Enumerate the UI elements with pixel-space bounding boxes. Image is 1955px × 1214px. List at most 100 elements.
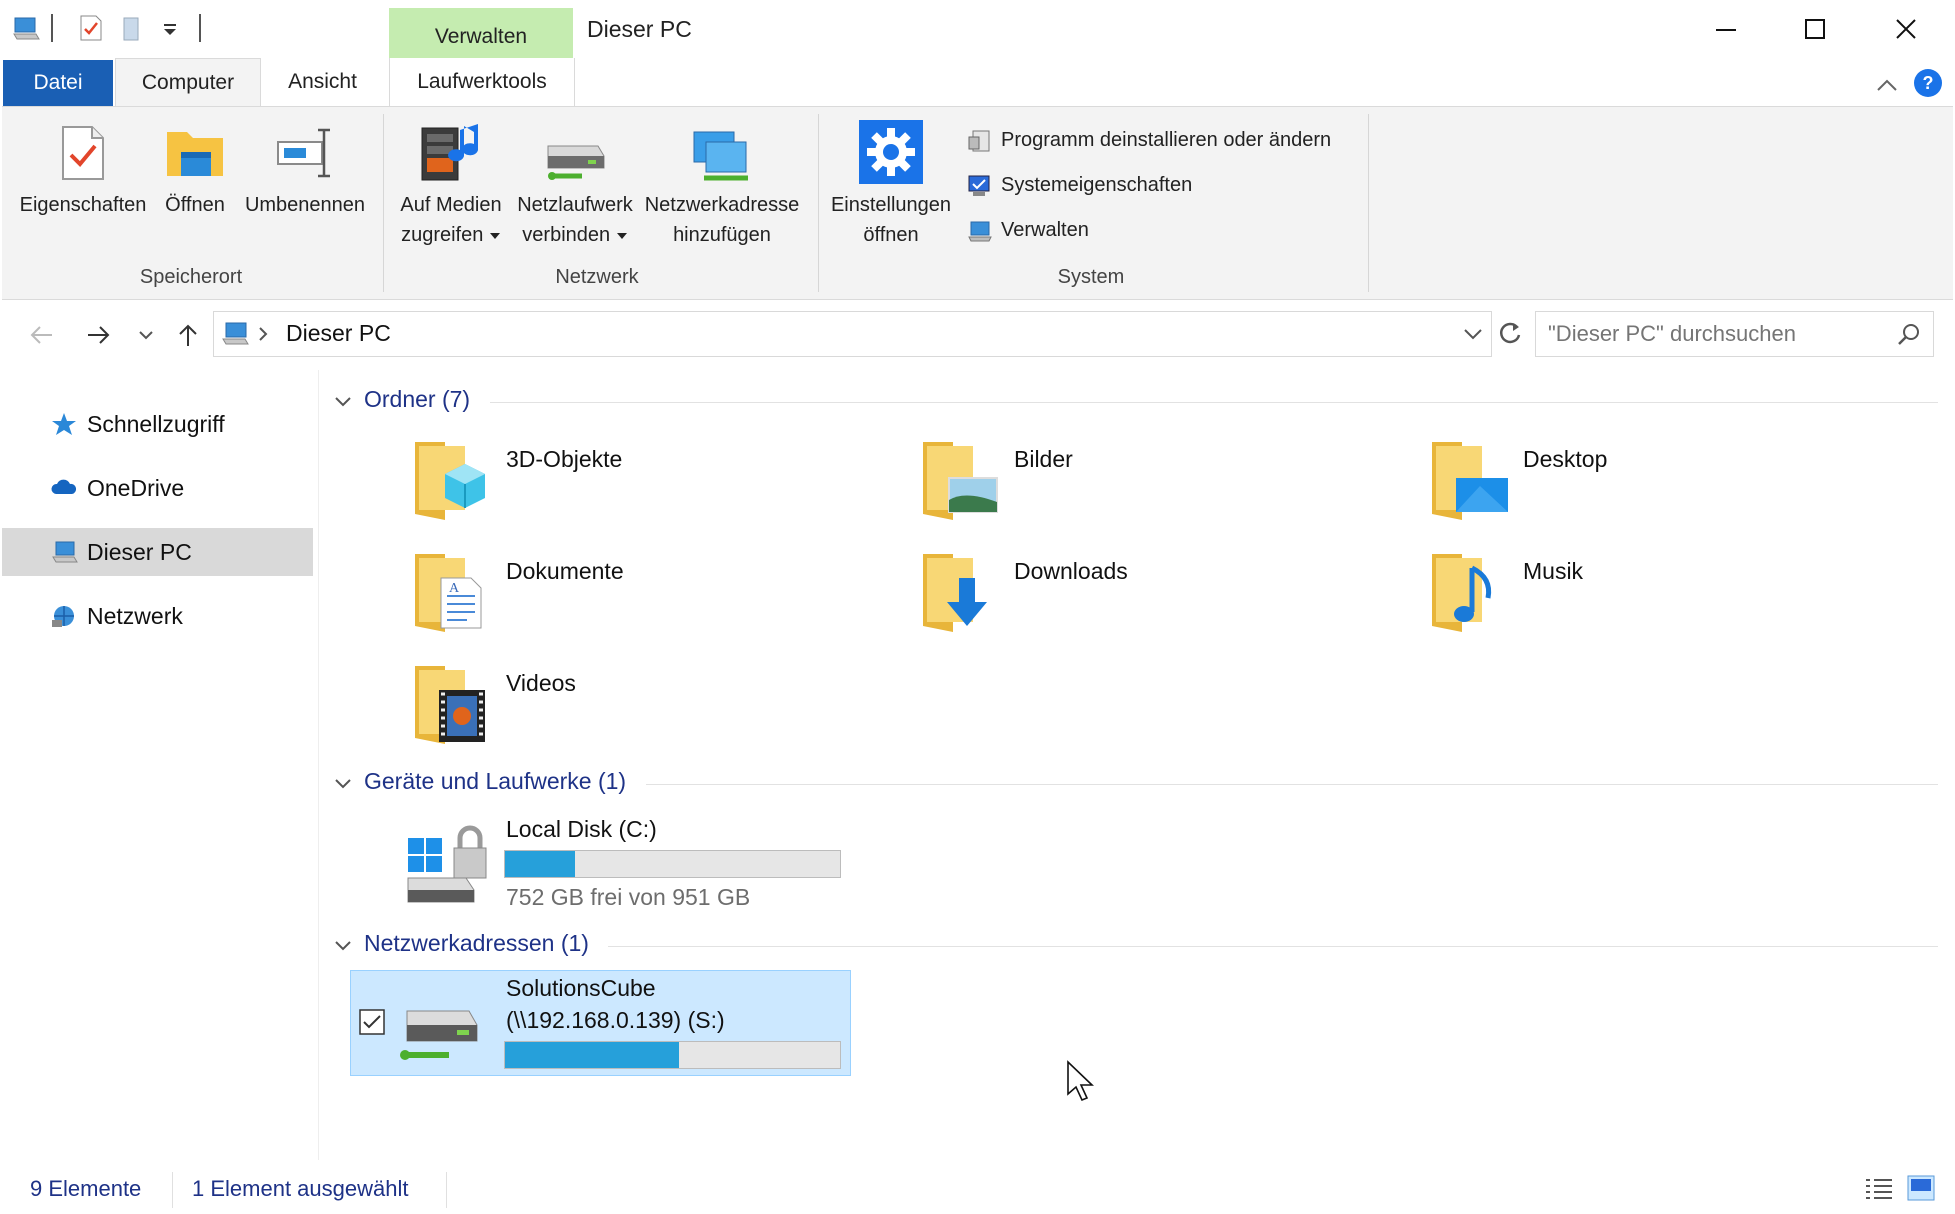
verwalten-button[interactable]: Verwalten [967,215,1089,245]
properties-quick-icon[interactable] [78,14,104,42]
chevron-down-icon [335,779,351,789]
breadcrumb-dieser-pc[interactable]: Dieser PC [286,320,391,347]
close-button[interactable] [1860,0,1950,58]
new-folder-quick-icon[interactable] [120,14,146,42]
customize-quick-access-icon[interactable] [160,14,186,42]
einstellungen-label-2: öffnen [863,224,919,246]
folder-item-3d-objekte[interactable]: 3D-Objekte [405,436,865,536]
collapse-ribbon-icon[interactable] [1870,70,1904,100]
systemeigenschaften-label: Systemeigenschaften [1001,174,1193,196]
help-icon[interactable]: ? [1913,68,1943,98]
drive-item-solutionscube[interactable]: SolutionsCube (\\192.168.0.139) (S:) [350,970,851,1076]
folder-item-musik[interactable]: Musik [1422,548,1882,648]
computer-icon [12,14,40,42]
breadcrumb-chevron-icon[interactable] [256,326,270,342]
title-bar: Verwalten Dieser PC [0,0,1955,58]
back-button[interactable] [24,318,60,352]
search-box[interactable] [1535,311,1934,357]
systemeigenschaften-button[interactable]: Systemeigenschaften [967,170,1192,200]
forward-button[interactable] [80,318,116,352]
eigenschaften-label: Eigenschaften [19,194,147,216]
folder-item-bilder[interactable]: Bilder [913,436,1373,536]
recent-locations-button[interactable] [132,318,160,352]
nav-item-label: Netzwerk [87,603,183,629]
nav-item-label: Schnellzugriff [87,411,225,437]
media-server-icon [421,124,478,181]
nav-item-onedrive[interactable]: OneDrive [2,464,313,512]
open-folder-icon [167,132,223,176]
address-bar[interactable]: Dieser PC [213,311,1492,357]
minimize-button[interactable] [1680,0,1770,58]
oeffnen-label: Öffnen [165,194,225,216]
up-button[interactable] [170,318,206,352]
folder-item-downloads[interactable]: Downloads [913,548,1373,648]
group-label-system: System [1057,266,1125,288]
oeffnen-button[interactable]: Öffnen [158,118,232,258]
refresh-button[interactable] [1493,311,1527,355]
svg-text:?: ? [1923,73,1934,93]
cloud-icon [51,479,77,494]
status-item-count: 9 Elemente [30,1176,142,1201]
eigenschaften-button[interactable]: Eigenschaften [10,118,156,258]
nav-item-netzwerk[interactable]: Netzwerk [2,592,313,640]
search-input[interactable] [1546,318,1880,350]
netzlaufwerk-label-2: verbinden [522,224,611,246]
programm-deinstallieren-button[interactable]: Programm deinstallieren oder ändern [967,125,1331,155]
tab-ansicht[interactable]: Ansicht [265,58,380,106]
folder-name: Dokumente [506,558,624,584]
capacity-bar [504,1041,841,1069]
dropdown-arrow-icon [489,232,500,239]
umbenennen-label: Umbenennen [244,194,366,216]
checkbox-checked-icon[interactable] [359,1009,385,1035]
tab-computer[interactable]: Computer [115,58,261,107]
netzwerkadresse-label-2: hinzufügen [673,224,771,246]
chevron-down-icon [335,941,351,951]
music-folder-icon [1432,554,1492,632]
folder-item-desktop[interactable]: Desktop [1422,436,1882,536]
maximize-button[interactable] [1770,0,1860,58]
settings-gear-icon [859,120,923,184]
pictures-folder-icon [923,442,998,520]
tab-laufwerktools[interactable]: Laufwerktools [389,58,575,106]
folder-item-dokumente[interactable]: A Dokumente [405,548,865,648]
documents-folder-icon: A [415,554,482,632]
properties-icon [62,126,104,180]
capacity-bar-fill [505,1042,679,1068]
netzwerkadresse-hinzufuegen-button[interactable]: Netzwerkadresse hinzufügen [642,118,802,258]
auf-medien-label-1: Auf Medien [400,194,502,216]
tab-datei[interactable]: Datei [3,60,113,106]
address-dropdown-icon[interactable] [1462,326,1484,342]
large-icons-view-icon[interactable] [1906,1174,1936,1202]
folder-name: 3D-Objekte [506,446,623,472]
auf-medien-zugreifen-button[interactable]: Auf Medien zugreifen [392,118,510,258]
chevron-down-icon [335,397,351,407]
auf-medien-label-2: zugreifen [401,224,484,246]
folder-name: Musik [1523,558,1584,584]
drive-item-local-disk[interactable]: Local Disk (C:) 752 GB frei von 951 GB [400,812,850,918]
dropdown-arrow-icon [616,232,627,239]
capacity-bar-fill [505,851,575,877]
nav-item-dieser-pc[interactable]: Dieser PC [2,528,313,576]
window-title: Dieser PC [587,16,692,42]
drive-name-line-2: (\\192.168.0.139) (S:) [506,1007,725,1033]
nav-item-schnellzugriff[interactable]: Schnellzugriff [2,400,313,448]
umbenennen-button[interactable]: Umbenennen [238,118,372,258]
star-icon [52,413,76,435]
folder-name: Bilder [1014,446,1073,472]
details-view-icon[interactable] [1864,1176,1894,1202]
3d-objects-folder-icon [415,442,485,520]
desktop-folder-icon [1432,442,1508,520]
uninstall-program-icon [968,130,990,152]
einstellungen-oeffnen-button[interactable]: Einstellungen öffnen [826,118,956,258]
computer-management-icon [968,221,992,242]
search-icon[interactable] [1896,322,1922,348]
drive-free-space: 752 GB frei von 951 GB [506,884,751,910]
netzwerkadresse-label-1: Netzwerkadresse [644,194,800,216]
svg-text:A: A [449,581,460,596]
group-header-label: Geräte und Laufwerke (1) [364,768,627,794]
folder-item-videos[interactable]: Videos [405,660,865,760]
nav-item-label: Dieser PC [87,539,192,565]
folder-name: Downloads [1014,558,1128,584]
netzlaufwerk-verbinden-button[interactable]: Netzlaufwerk verbinden [512,118,638,258]
einstellungen-label-1: Einstellungen [830,194,952,216]
